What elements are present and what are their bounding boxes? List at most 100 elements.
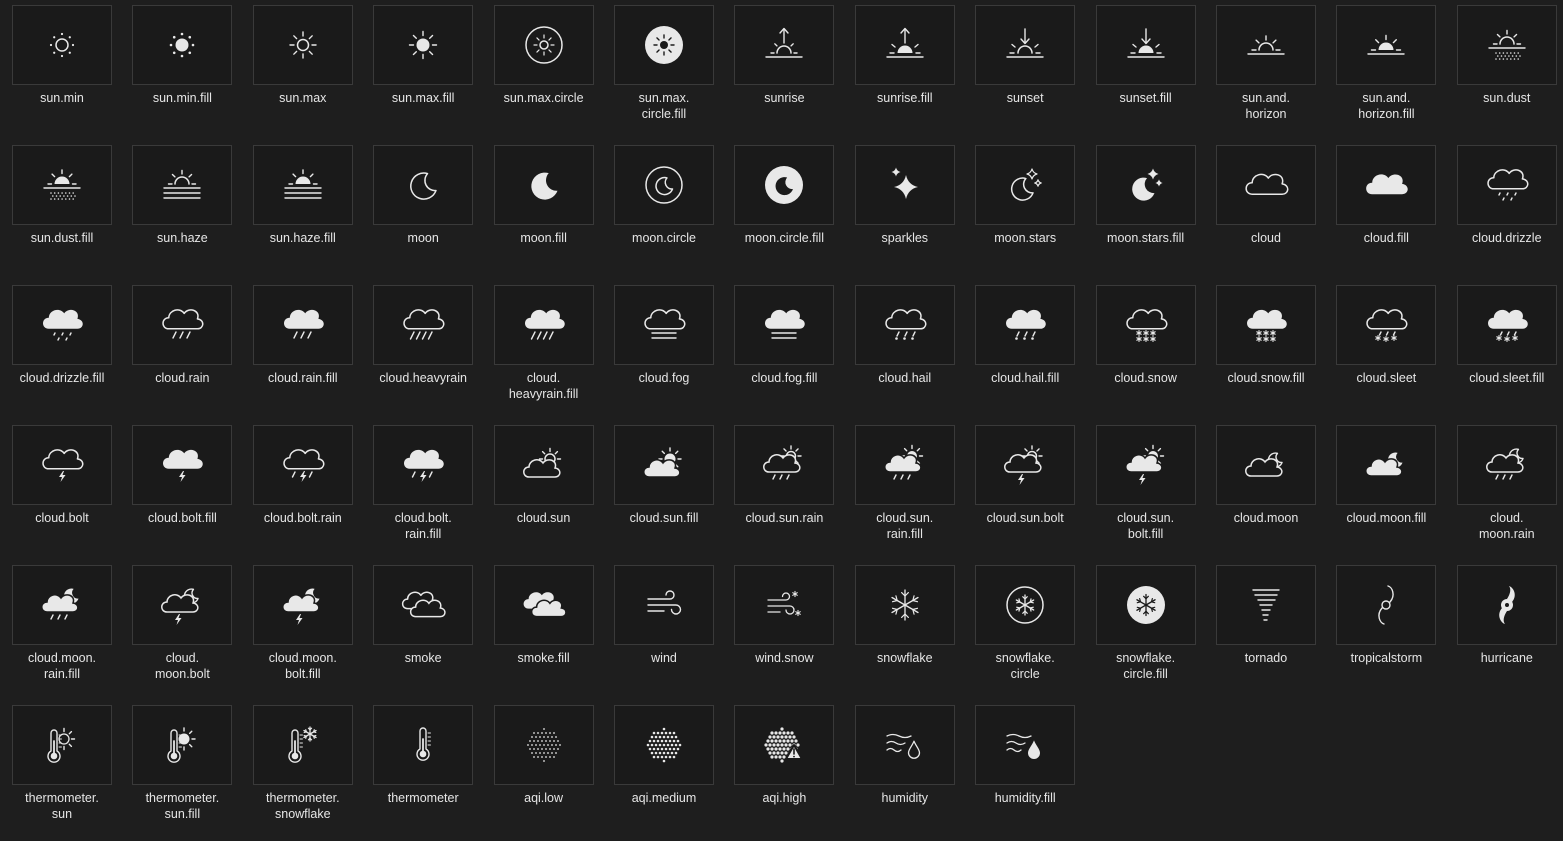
symbol-tile[interactable] (734, 425, 835, 505)
symbol-tile[interactable] (1456, 565, 1557, 645)
symbol-tile[interactable] (854, 565, 955, 645)
symbol-tile[interactable] (614, 705, 714, 785)
symbol-tile[interactable] (614, 285, 714, 365)
symbol-tile[interactable] (1095, 425, 1196, 505)
symbol-cell[interactable]: tropicalstorm (1336, 565, 1437, 701)
symbol-cell[interactable]: moon.circle (614, 145, 714, 281)
symbol-tile[interactable] (132, 425, 233, 505)
symbol-cell[interactable]: cloud.sun. rain.fill (854, 425, 955, 561)
symbol-cell[interactable]: wind.snow (734, 565, 835, 701)
symbol-cell[interactable]: sun.haze (132, 145, 233, 281)
symbol-tile[interactable] (12, 705, 112, 785)
symbol-cell[interactable]: humidity.fill (975, 705, 1076, 841)
symbol-tile[interactable] (854, 145, 955, 225)
symbol-cell[interactable]: smoke (373, 565, 474, 701)
symbol-tile[interactable] (1336, 5, 1437, 85)
symbol-tile[interactable] (1336, 145, 1437, 225)
symbol-cell[interactable]: sun.max.circle (493, 5, 594, 141)
symbol-tile[interactable] (132, 285, 233, 365)
symbol-cell[interactable]: snowflake. circle.fill (1095, 565, 1196, 701)
symbol-tile[interactable] (734, 5, 835, 85)
symbol-tile[interactable] (12, 565, 112, 645)
symbol-tile[interactable] (1095, 145, 1196, 225)
symbol-cell[interactable]: sun.min.fill (132, 5, 233, 141)
symbol-tile[interactable] (1216, 425, 1316, 505)
symbol-tile[interactable] (975, 425, 1076, 505)
symbol-tile[interactable] (12, 285, 112, 365)
symbol-cell[interactable]: cloud.sun.fill (614, 425, 714, 561)
symbol-cell[interactable]: sun.dust (1456, 5, 1557, 141)
symbol-tile[interactable] (1456, 5, 1557, 85)
symbol-tile[interactable] (1216, 565, 1316, 645)
symbol-tile[interactable] (132, 145, 233, 225)
symbol-cell[interactable]: sunset.fill (1095, 5, 1196, 141)
symbol-tile[interactable] (373, 565, 474, 645)
symbol-cell[interactable]: cloud.moon. bolt.fill (252, 565, 353, 701)
symbol-cell[interactable]: sunrise (734, 5, 835, 141)
symbol-cell[interactable]: cloud.rain.fill (252, 285, 353, 421)
symbol-tile[interactable] (854, 5, 955, 85)
symbol-tile[interactable] (975, 565, 1076, 645)
symbol-cell[interactable]: aqi.high (734, 705, 835, 841)
symbol-tile[interactable] (132, 5, 233, 85)
symbol-tile[interactable] (734, 565, 835, 645)
symbol-tile[interactable] (493, 705, 594, 785)
symbol-tile[interactable] (373, 285, 474, 365)
symbol-cell[interactable]: cloud.hail (854, 285, 955, 421)
symbol-tile[interactable] (734, 145, 835, 225)
symbol-tile[interactable] (614, 565, 714, 645)
symbol-tile[interactable] (493, 425, 594, 505)
symbol-cell[interactable]: cloud.moon.fill (1336, 425, 1437, 561)
symbol-cell[interactable]: sun.dust.fill (12, 145, 112, 281)
symbol-tile[interactable] (1336, 425, 1437, 505)
symbol-cell[interactable]: sun.and. horizon (1216, 5, 1316, 141)
symbol-tile[interactable] (1216, 285, 1316, 365)
symbol-tile[interactable] (1095, 565, 1196, 645)
symbol-tile[interactable] (975, 145, 1076, 225)
symbol-tile[interactable] (252, 705, 353, 785)
symbol-cell[interactable]: cloud. moon.rain (1456, 425, 1557, 561)
symbol-tile[interactable] (252, 145, 353, 225)
symbol-cell[interactable]: cloud.fog (614, 285, 714, 421)
symbol-cell[interactable]: moon.circle.fill (734, 145, 835, 281)
symbol-cell[interactable]: cloud.sun. bolt.fill (1095, 425, 1196, 561)
symbol-cell[interactable]: moon.fill (493, 145, 594, 281)
symbol-tile[interactable] (614, 5, 714, 85)
symbol-tile[interactable] (132, 565, 233, 645)
symbol-cell[interactable]: moon (373, 145, 474, 281)
symbol-cell[interactable]: thermometer. sun.fill (132, 705, 233, 841)
symbol-tile[interactable] (493, 285, 594, 365)
symbol-cell[interactable]: cloud.bolt. rain.fill (373, 425, 474, 561)
symbol-cell[interactable]: cloud.hail.fill (975, 285, 1076, 421)
symbol-tile[interactable] (854, 285, 955, 365)
symbol-tile[interactable] (1456, 425, 1557, 505)
symbol-cell[interactable]: wind (614, 565, 714, 701)
symbol-tile[interactable] (1216, 145, 1316, 225)
symbol-tile[interactable] (493, 5, 594, 85)
symbol-cell[interactable]: sun.max. circle.fill (614, 5, 714, 141)
symbol-cell[interactable]: aqi.medium (614, 705, 714, 841)
symbol-cell[interactable]: cloud.sun.rain (734, 425, 835, 561)
symbol-tile[interactable] (734, 705, 835, 785)
symbol-tile[interactable] (373, 425, 474, 505)
symbol-cell[interactable]: cloud.snow.fill (1216, 285, 1316, 421)
symbol-tile[interactable] (12, 5, 112, 85)
symbol-cell[interactable]: cloud (1216, 145, 1316, 281)
symbol-tile[interactable] (1456, 145, 1557, 225)
symbol-cell[interactable]: sunset (975, 5, 1076, 141)
symbol-cell[interactable]: sun.max.fill (373, 5, 474, 141)
symbol-cell[interactable]: sun.max (252, 5, 353, 141)
symbol-cell[interactable]: cloud.sun (493, 425, 594, 561)
symbol-tile[interactable] (975, 5, 1076, 85)
symbol-cell[interactable]: aqi.low (493, 705, 594, 841)
symbol-cell[interactable]: sunrise.fill (854, 5, 955, 141)
symbol-cell[interactable]: sun.and. horizon.fill (1336, 5, 1437, 141)
symbol-cell[interactable]: cloud.heavyrain (373, 285, 474, 421)
symbol-tile[interactable] (1336, 565, 1437, 645)
symbol-tile[interactable] (252, 565, 353, 645)
symbol-tile[interactable] (1095, 5, 1196, 85)
symbol-cell[interactable]: sun.min (12, 5, 112, 141)
symbol-cell[interactable]: cloud.drizzle (1456, 145, 1557, 281)
symbol-tile[interactable] (975, 705, 1076, 785)
symbol-tile[interactable] (12, 425, 112, 505)
